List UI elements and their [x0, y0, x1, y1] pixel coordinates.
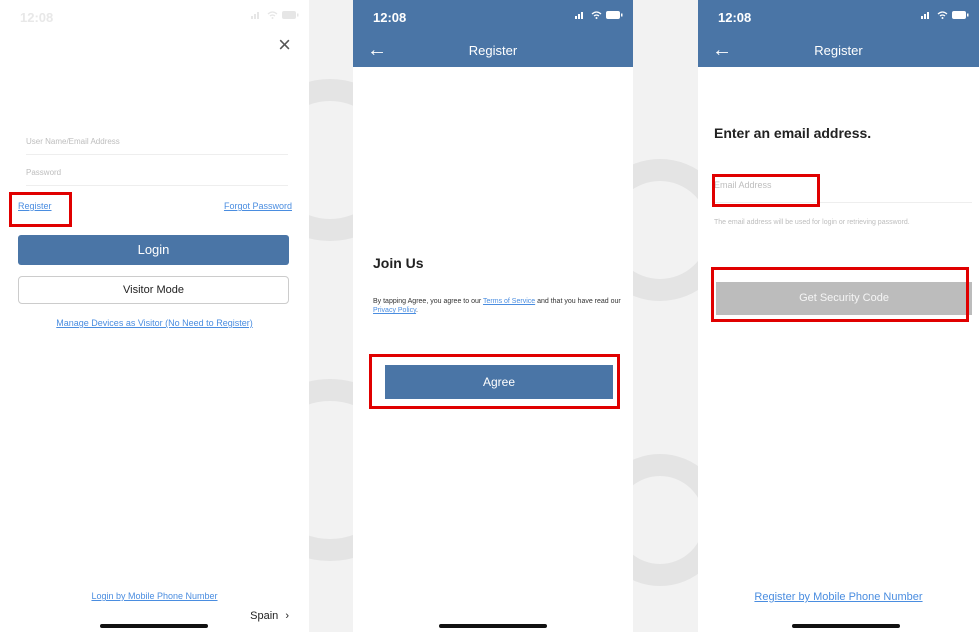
forgot-password-link[interactable]: Forgot Password — [224, 201, 292, 211]
privacy-policy-link[interactable]: Privacy Policy — [373, 307, 416, 314]
nav-title: Register — [814, 43, 863, 58]
phone-register-link[interactable]: Register by Mobile Phone Number — [698, 591, 979, 603]
home-indicator — [439, 624, 547, 628]
terms-of-service-link[interactable]: Terms of Service — [483, 298, 535, 305]
login-button[interactable]: Login — [18, 235, 289, 265]
status-time: 12:08 — [718, 10, 752, 25]
join-us-heading: Join Us — [373, 255, 424, 271]
username-field[interactable]: User Name/Email Address — [26, 137, 288, 155]
terms-text-middle: and that you have read our — [535, 298, 621, 305]
nav-bar: ← Register — [698, 36, 979, 67]
status-icons — [575, 11, 623, 19]
signal-icon — [921, 12, 929, 19]
region-selector[interactable]: Spain › — [250, 610, 289, 622]
home-indicator — [100, 624, 208, 628]
signal-icon — [251, 12, 259, 19]
chevron-right-icon: › — [285, 610, 289, 622]
status-icons — [251, 11, 299, 19]
signal-icon — [575, 12, 583, 19]
wifi-icon — [937, 11, 948, 19]
nav-title: Register — [468, 43, 518, 58]
phone-login-link[interactable]: Login by Mobile Phone Number — [0, 591, 309, 601]
visitor-mode-button[interactable]: Visitor Mode — [18, 276, 289, 304]
email-register-screen: 12:08 ← Register Enter an email address.… — [698, 0, 979, 632]
register-highlight — [9, 192, 72, 227]
agree-highlight — [369, 354, 620, 409]
battery-icon — [282, 11, 299, 19]
manage-devices-link[interactable]: Manage Devices as Visitor (No Need to Re… — [0, 318, 309, 328]
email-hint: The email address will be used for login… — [714, 219, 910, 226]
join-us-screen: 12:08 ← Register Join Us By tapping Agre… — [353, 0, 633, 632]
status-icons — [921, 11, 969, 19]
region-label: Spain — [250, 610, 279, 622]
nav-bar: ← Register — [353, 36, 633, 67]
security-code-highlight — [711, 267, 969, 322]
password-field[interactable]: Password — [26, 168, 288, 186]
status-bar: 12:08 — [353, 0, 633, 36]
wifi-icon — [267, 11, 278, 19]
terms-text-before: By tapping Agree, you agree to our — [373, 298, 484, 305]
home-indicator — [792, 624, 900, 628]
battery-icon — [952, 11, 969, 19]
email-highlight — [712, 174, 820, 207]
login-screen: 12:08 × User Name/Email Address Password… — [0, 0, 309, 632]
terms-text: By tapping Agree, you agree to our Terms… — [373, 297, 621, 315]
terms-text-end: . — [416, 307, 418, 314]
wifi-icon — [591, 11, 602, 19]
battery-icon — [606, 11, 623, 19]
status-bar: 12:08 — [698, 0, 979, 36]
status-bar: 12:08 — [0, 0, 309, 36]
status-time: 12:08 — [373, 10, 407, 25]
close-icon[interactable]: × — [278, 34, 291, 56]
status-time: 12:08 — [20, 10, 54, 25]
email-heading: Enter an email address. — [714, 125, 872, 141]
